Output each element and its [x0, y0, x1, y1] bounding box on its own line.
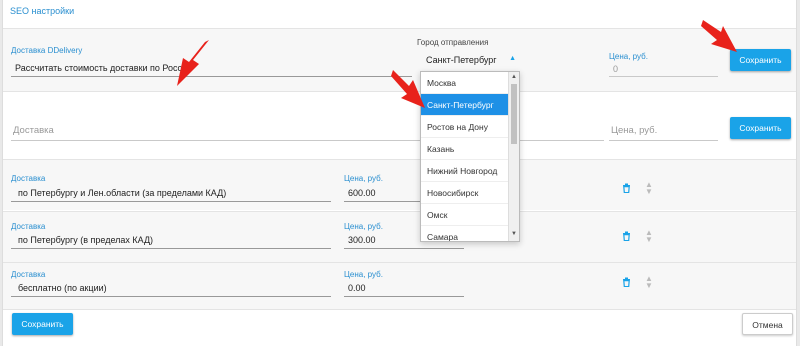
city-option-moscow[interactable]: Москва [421, 72, 508, 94]
sort-arrows-icon[interactable]: ▲ ▼ [645, 229, 653, 244]
city-dropdown-list: Москва Санкт-Петербург Ростов на Дону Ка… [420, 71, 520, 242]
trash-icon[interactable] [622, 277, 631, 290]
city-option-nnovgorod[interactable]: Нижний Новгород [421, 160, 508, 182]
delivery-name-label: Доставка [11, 270, 46, 279]
divider [3, 28, 796, 29]
price-label: Цена, руб. [609, 52, 648, 61]
divider [3, 309, 796, 310]
city-select-value: Санкт-Петербург [426, 55, 497, 65]
city-option-kazan[interactable]: Казань [421, 138, 508, 160]
delivery-price-label: Цена, руб. [344, 174, 383, 183]
save-button[interactable]: Сохранить [12, 313, 73, 335]
delivery-name-value: по Петербургу и Лен.области (за пределам… [18, 188, 227, 198]
annotation-arrow-icon [391, 70, 425, 108]
delivery-price-label: Цена, руб. [344, 222, 383, 231]
price-field[interactable]: 0 [609, 63, 718, 77]
delivery-price-field[interactable]: 0.00 [344, 281, 464, 297]
delivery-price-value: 0.00 [348, 283, 366, 293]
new-delivery-name-placeholder: Доставка [13, 125, 54, 136]
delivery-price-label: Цена, руб. [344, 270, 383, 279]
sort-arrows-icon[interactable]: ▲ ▼ [645, 275, 653, 290]
delivery-name-field[interactable]: бесплатно (по акции) [11, 281, 331, 297]
scroll-up-icon[interactable]: ▲ [511, 74, 517, 80]
save-new-delivery-button[interactable]: Сохранить [730, 117, 791, 139]
city-select[interactable]: Санкт-Петербург ▲ [423, 52, 520, 68]
city-option-samara[interactable]: Самара [421, 226, 508, 241]
price-value: 0 [613, 64, 619, 74]
delivery-price-value: 600.00 [348, 188, 376, 198]
delivery-name-label: Доставка [11, 174, 46, 183]
dropdown-caret-icon: ▲ [509, 55, 516, 62]
seo-settings-panel: SEO настройки Доставка DDelivery Рассчит… [2, 0, 797, 346]
city-option-omsk[interactable]: Омск [421, 204, 508, 226]
new-delivery-name-field[interactable]: Доставка [11, 121, 421, 141]
scroll-down-icon[interactable]: ▼ [511, 231, 517, 237]
dropdown-scrollbar[interactable]: ▲ ▼ [508, 72, 519, 241]
trash-icon[interactable] [622, 231, 631, 244]
city-label: Город отправления [417, 38, 489, 47]
annotation-arrow-icon [701, 20, 737, 52]
delivery-name-value: бесплатно (по акции) [18, 283, 107, 293]
delivery-name-value: по Петербургу (в пределах КАД) [18, 235, 154, 245]
annotation-arrow-icon [177, 40, 209, 86]
sort-arrows-icon[interactable]: ▲ ▼ [645, 181, 653, 196]
cancel-button[interactable]: Отмена [742, 313, 793, 335]
delivery-name-field[interactable]: по Петербургу и Лен.области (за пределам… [11, 186, 331, 202]
seo-settings-link[interactable]: SEO настройки [10, 6, 74, 16]
delivery-name-label: Доставка [11, 222, 46, 231]
city-option-novosibirsk[interactable]: Новосибирск [421, 182, 508, 204]
delivery-row [3, 160, 796, 210]
city-option-rostov[interactable]: Ростов на Дону [421, 116, 508, 138]
new-delivery-price-field[interactable]: Цена, руб. [609, 121, 718, 141]
delivery-name-field[interactable]: по Петербургу (в пределах КАД) [11, 233, 331, 249]
new-delivery-price-placeholder: Цена, руб. [611, 125, 658, 136]
scrollbar-thumb[interactable] [511, 84, 517, 144]
new-delivery-mid-field[interactable] [519, 121, 604, 141]
city-option-spb[interactable]: Санкт-Петербург [421, 94, 508, 116]
ddelivery-name-label: Доставка DDelivery [11, 46, 83, 55]
delivery-price-value: 300.00 [348, 235, 376, 245]
trash-icon[interactable] [622, 183, 631, 196]
